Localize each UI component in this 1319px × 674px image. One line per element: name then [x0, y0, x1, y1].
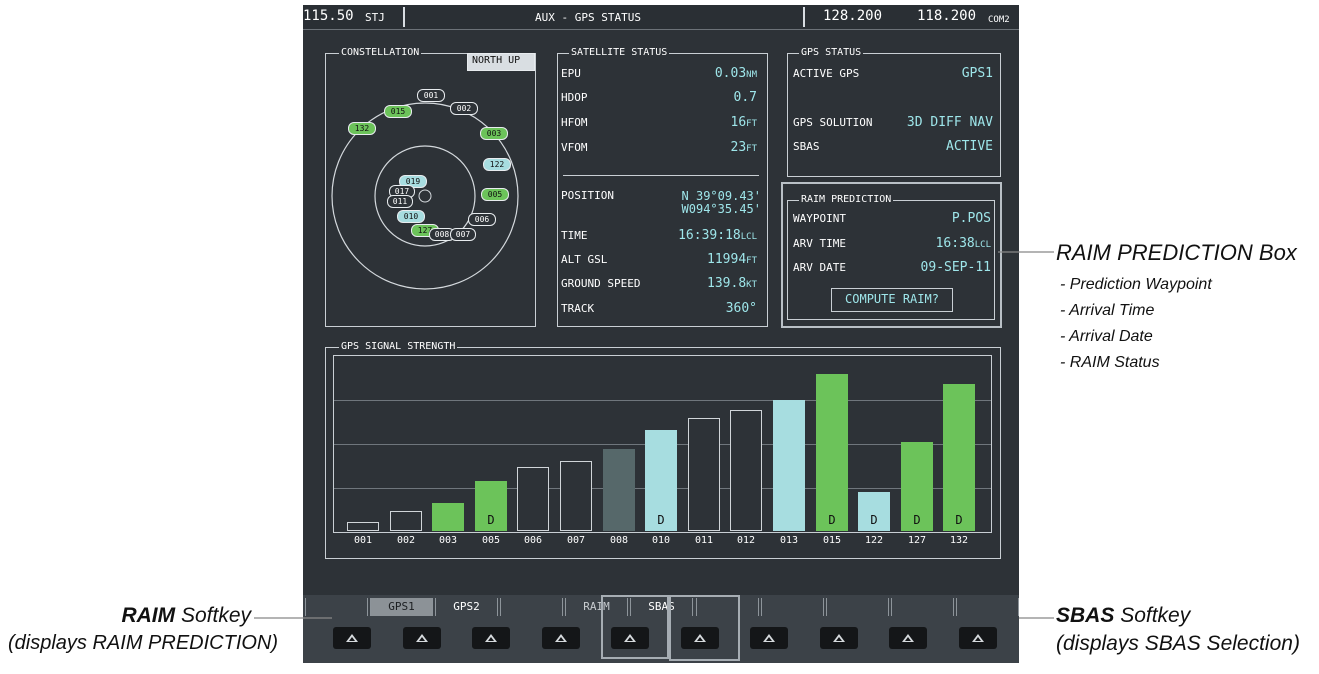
raim-box-callout-list: - Prediction Waypoint - Arrival Time - A…: [1060, 272, 1212, 376]
callout-item: - Arrival Time: [1060, 302, 1155, 319]
callout-item: - RAIM Status: [1060, 354, 1160, 371]
callout-item: - Arrival Date: [1060, 328, 1153, 345]
raim-softkey-callout: RAIM Softkey: [121, 604, 251, 627]
raim-softkey-callout-sub: (displays RAIM PREDICTION): [8, 632, 279, 654]
raim-box-callout-title: RAIM PREDICTION Box: [1056, 240, 1297, 265]
sbas-softkey-callout-sub: (displays SBAS Selection): [1056, 632, 1300, 655]
sbas-softkey-callout: SBAS Softkey: [1056, 604, 1191, 627]
callout-item: - Prediction Waypoint: [1060, 276, 1212, 293]
